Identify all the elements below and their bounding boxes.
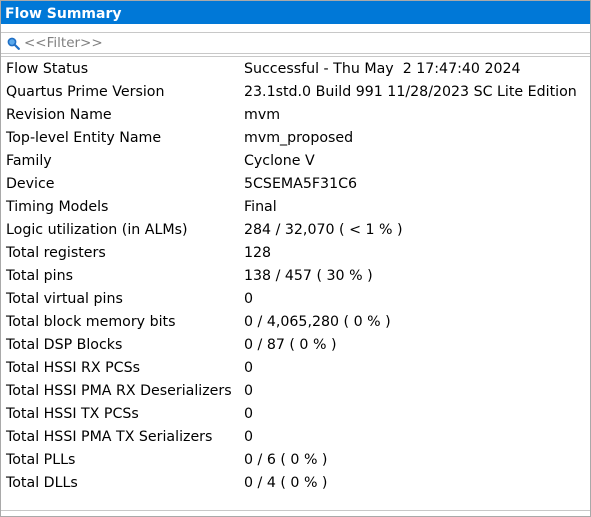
row-value: Cyclone V [244,153,315,169]
table-row[interactable]: Total HSSI RX PCSs 0 [1,357,590,380]
row-label: Total DLLs [6,475,78,491]
row-value: 128 [244,245,272,261]
table-row[interactable]: Revision Name mvm [1,104,590,127]
table-row[interactable]: Total HSSI TX PCSs 0 [1,403,590,426]
table-row[interactable]: Device 5CSEMA5F31C6 [1,173,590,196]
row-value: 5CSEMA5F31C6 [244,176,358,192]
table-row[interactable]: Quartus Prime Version 23.1std.0 Build 99… [1,81,590,104]
row-value: 0 [244,291,254,307]
row-value: 0 / 4,065,280 ( 0 % ) [244,314,391,330]
row-label: Total HSSI PMA TX Serializers [6,429,213,445]
row-label: Total HSSI PMA RX Deserializers [6,383,232,399]
table-row[interactable]: Total pins 138 / 457 ( 30 % ) [1,265,590,288]
table-row[interactable]: Total registers 128 [1,242,590,265]
table-row[interactable]: Timing Models Final [1,196,590,219]
table-row[interactable]: Total PLLs 0 / 6 ( 0 % ) [1,449,590,472]
row-value: 0 [244,429,254,445]
row-label: Total DSP Blocks [6,337,123,353]
row-value: 23.1std.0 Build 991 11/28/2023 SC Lite E… [244,84,577,100]
row-value: 284 / 32,070 ( < 1 % ) [244,222,403,238]
row-label: Device [6,176,55,192]
row-label: Total HSSI RX PCSs [6,360,140,376]
row-label: Total pins [6,268,73,284]
row-value: 138 / 457 ( 30 % ) [244,268,373,284]
row-value: 0 / 6 ( 0 % ) [244,452,328,468]
row-label: Total PLLs [6,452,76,468]
table-row[interactable]: Logic utilization (in ALMs) 284 / 32,070… [1,219,590,242]
table-row[interactable]: Total HSSI PMA RX Deserializers 0 [1,380,590,403]
row-label: Top-level Entity Name [6,130,162,146]
row-label: Quartus Prime Version [6,84,165,100]
summary-table: Flow Status Successful - Thu May 2 17:47… [1,56,590,511]
table-row[interactable]: Total DSP Blocks 0 / 87 ( 0 % ) [1,334,590,357]
row-value: Final [244,199,277,215]
row-label: Timing Models [6,199,109,215]
row-label: Family [6,153,52,169]
row-value: Successful - Thu May 2 17:47:40 2024 [244,61,521,77]
row-label: Total registers [6,245,106,261]
row-label: Total virtual pins [6,291,123,307]
panel-title: Flow Summary [1,1,590,25]
row-value: 0 / 87 ( 0 % ) [244,337,337,353]
row-value: 0 [244,383,254,399]
table-row[interactable]: Family Cyclone V [1,150,590,173]
row-label: Revision Name [6,107,112,123]
row-value: mvm [244,107,281,123]
row-label: Logic utilization (in ALMs) [6,222,188,238]
table-row[interactable]: Flow Status Successful - Thu May 2 17:47… [1,58,590,81]
table-row[interactable]: Top-level Entity Name mvm_proposed [1,127,590,150]
table-row[interactable]: Total DLLs 0 / 4 ( 0 % ) [1,472,590,495]
row-value: 0 [244,406,254,422]
row-label: Total HSSI TX PCSs [6,406,139,422]
row-value: 0 [244,360,254,376]
search-icon[interactable] [6,36,20,50]
flow-summary-panel: Flow Summary Flow Status Successful - Th… [0,0,591,517]
row-value: 0 / 4 ( 0 % ) [244,475,328,491]
row-label: Total block memory bits [6,314,176,330]
filter-input[interactable] [24,34,564,52]
row-value: mvm_proposed [244,130,354,146]
table-row[interactable]: Total block memory bits 0 / 4,065,280 ( … [1,311,590,334]
table-row[interactable]: Total HSSI PMA TX Serializers 0 [1,426,590,449]
table-row[interactable]: Total virtual pins 0 [1,288,590,311]
row-label: Flow Status [6,61,89,77]
filter-bar [1,32,590,54]
